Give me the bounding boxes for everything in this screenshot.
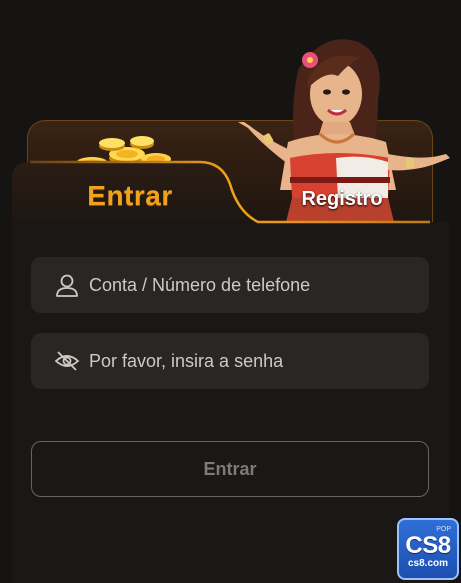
submit-label: Entrar: [203, 458, 257, 479]
brand-sub-text: cs8.com: [407, 558, 449, 569]
brand-logo: POP CS8 cs8.com: [397, 518, 459, 580]
password-input[interactable]: [89, 350, 389, 372]
brand-main-text: CS8: [405, 532, 451, 559]
login-page: Entrar Registro Entrar POP C: [0, 0, 461, 583]
tab-login[interactable]: Entrar: [40, 168, 220, 224]
password-field[interactable]: [31, 333, 429, 389]
user-icon: [53, 271, 81, 299]
eye-off-icon[interactable]: [53, 347, 81, 375]
tab-register[interactable]: Registro: [262, 176, 422, 222]
tab-register-label: Registro: [301, 187, 383, 210]
login-submit-button[interactable]: Entrar: [31, 441, 429, 497]
account-field[interactable]: [31, 257, 429, 313]
account-input[interactable]: [89, 274, 389, 296]
tab-login-label: Entrar: [87, 180, 173, 211]
